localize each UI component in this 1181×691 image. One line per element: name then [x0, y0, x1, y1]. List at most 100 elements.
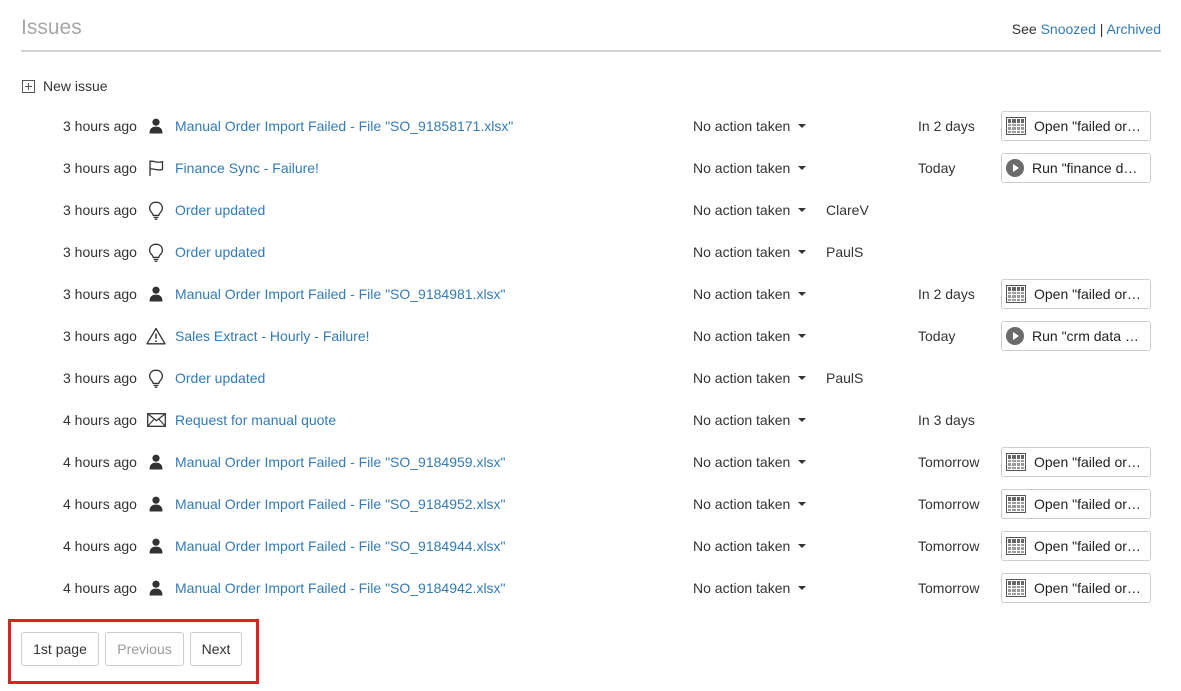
new-issue-button[interactable]: New issue: [22, 78, 108, 94]
previous-page-button[interactable]: Previous: [105, 632, 184, 666]
action-button-label: Open "failed orders": [1034, 454, 1144, 470]
action-button[interactable]: Open "failed orders": [1001, 531, 1151, 561]
due-date: Tomorrow: [918, 538, 980, 554]
person-icon: [146, 494, 166, 514]
issue-title-link[interactable]: Order updated: [175, 202, 265, 218]
due-date: Tomorrow: [918, 454, 980, 470]
action-button-label: Run "crm data extract": [1032, 328, 1144, 344]
due-date: In 2 days: [918, 118, 975, 134]
issue-time: 4 hours ago: [63, 454, 137, 470]
issue-time: 3 hours ago: [63, 202, 137, 218]
table-icon: [1006, 579, 1026, 597]
issues-page: Issues See Snoozed | Archived New issue …: [0, 0, 1181, 691]
pagination: 1st page Previous Next: [8, 619, 259, 684]
person-icon: [146, 284, 166, 304]
issue-row: 4 hours ago Manual Order Import Failed - …: [0, 483, 1181, 525]
issue-title-link[interactable]: Manual Order Import Failed - File "SO_91…: [175, 538, 506, 554]
status-label: No action taken: [693, 370, 791, 386]
issue-title-link[interactable]: Request for manual quote: [175, 412, 336, 428]
issue-title-link[interactable]: Manual Order Import Failed - File "SO_91…: [175, 118, 513, 134]
issue-title-link[interactable]: Manual Order Import Failed - File "SO_91…: [175, 286, 506, 302]
status-dropdown[interactable]: No action taken: [693, 286, 807, 302]
status-label: No action taken: [693, 580, 791, 596]
status-dropdown[interactable]: No action taken: [693, 496, 807, 512]
plus-square-icon: [22, 79, 35, 93]
issue-row: 4 hours ago Manual Order Import Failed - …: [0, 525, 1181, 567]
status-dropdown[interactable]: No action taken: [693, 328, 807, 344]
issue-title-link[interactable]: Finance Sync - Failure!: [175, 160, 319, 176]
issue-time: 4 hours ago: [63, 580, 137, 596]
table-icon: [1006, 285, 1026, 303]
issue-time: 3 hours ago: [63, 118, 137, 134]
caret-down-icon: [798, 166, 807, 170]
due-date: Tomorrow: [918, 580, 980, 596]
link-separator: |: [1099, 21, 1104, 37]
status-label: No action taken: [693, 328, 791, 344]
issue-list: 3 hours ago Manual Order Import Failed - …: [0, 105, 1181, 609]
action-button[interactable]: Open "failed orders": [1001, 279, 1151, 309]
issue-time: 3 hours ago: [63, 328, 137, 344]
status-dropdown[interactable]: No action taken: [693, 370, 807, 386]
status-dropdown[interactable]: No action taken: [693, 538, 807, 554]
table-icon: [1006, 453, 1026, 471]
caret-down-icon: [798, 292, 807, 296]
action-button-label: Open "failed orders": [1034, 286, 1144, 302]
issue-title-link[interactable]: Order updated: [175, 244, 265, 260]
status-dropdown[interactable]: No action taken: [693, 454, 807, 470]
status-dropdown[interactable]: No action taken: [693, 202, 807, 218]
status-label: No action taken: [693, 244, 791, 260]
caret-down-icon: [798, 502, 807, 506]
status-dropdown[interactable]: No action taken: [693, 412, 807, 428]
issue-title-link[interactable]: Sales Extract - Hourly - Failure!: [175, 328, 370, 344]
status-label: No action taken: [693, 118, 791, 134]
new-issue-label: New issue: [43, 78, 108, 94]
issue-title-link[interactable]: Manual Order Import Failed - File "SO_91…: [175, 496, 506, 512]
status-dropdown[interactable]: No action taken: [693, 580, 807, 596]
issue-row: 4 hours ago Manual Order Import Failed - …: [0, 441, 1181, 483]
play-icon: [1006, 159, 1024, 177]
issue-title-link[interactable]: Order updated: [175, 370, 265, 386]
play-icon: [1006, 327, 1024, 345]
issue-row: 4 hours ago Request for manual quote No ac…: [0, 399, 1181, 441]
issue-row: 3 hours ago Sales Extract - Hourly - Fail…: [0, 315, 1181, 357]
action-button[interactable]: Run "crm data extract": [1001, 321, 1151, 351]
caret-down-icon: [798, 208, 807, 212]
first-page-button[interactable]: 1st page: [21, 632, 99, 666]
status-label: No action taken: [693, 286, 791, 302]
action-button-label: Open "failed orders": [1034, 118, 1144, 134]
page-header: Issues See Snoozed | Archived: [21, 14, 1161, 52]
status-label: No action taken: [693, 454, 791, 470]
snoozed-link[interactable]: Snoozed: [1041, 21, 1096, 37]
action-button[interactable]: Open "failed orders": [1001, 447, 1151, 477]
issue-title-link[interactable]: Manual Order Import Failed - File "SO_91…: [175, 454, 506, 470]
next-page-button[interactable]: Next: [190, 632, 242, 666]
due-date: In 3 days: [918, 412, 975, 428]
see-prefix: See: [1011, 21, 1037, 37]
caret-down-icon: [798, 418, 807, 422]
assignee-name: ClareV: [826, 202, 869, 218]
table-icon: [1006, 117, 1026, 135]
action-button[interactable]: Open "failed orders": [1001, 573, 1151, 603]
archived-link[interactable]: Archived: [1107, 21, 1161, 37]
person-icon: [146, 578, 166, 598]
action-button[interactable]: Run "finance data sync": [1001, 153, 1151, 183]
issue-time: 4 hours ago: [63, 412, 137, 428]
status-dropdown[interactable]: No action taken: [693, 118, 807, 134]
issue-row: 3 hours ago Finance Sync - Failure! No act…: [0, 147, 1181, 189]
status-label: No action taken: [693, 202, 791, 218]
issue-title-link[interactable]: Manual Order Import Failed - File "SO_91…: [175, 580, 506, 596]
issue-time: 3 hours ago: [63, 244, 137, 260]
assignee-name: PaulS: [826, 244, 864, 260]
issue-time: 4 hours ago: [63, 538, 137, 554]
action-button[interactable]: Open "failed orders": [1001, 111, 1151, 141]
issue-row: 3 hours ago Order updated No action taken P…: [0, 357, 1181, 399]
status-dropdown[interactable]: No action taken: [693, 160, 807, 176]
caret-down-icon: [798, 124, 807, 128]
action-button[interactable]: Open "failed orders": [1001, 489, 1151, 519]
person-icon: [146, 452, 166, 472]
envelope-icon: [146, 410, 166, 430]
caret-down-icon: [798, 250, 807, 254]
issue-time: 3 hours ago: [63, 160, 137, 176]
status-label: No action taken: [693, 496, 791, 512]
status-dropdown[interactable]: No action taken: [693, 244, 807, 260]
